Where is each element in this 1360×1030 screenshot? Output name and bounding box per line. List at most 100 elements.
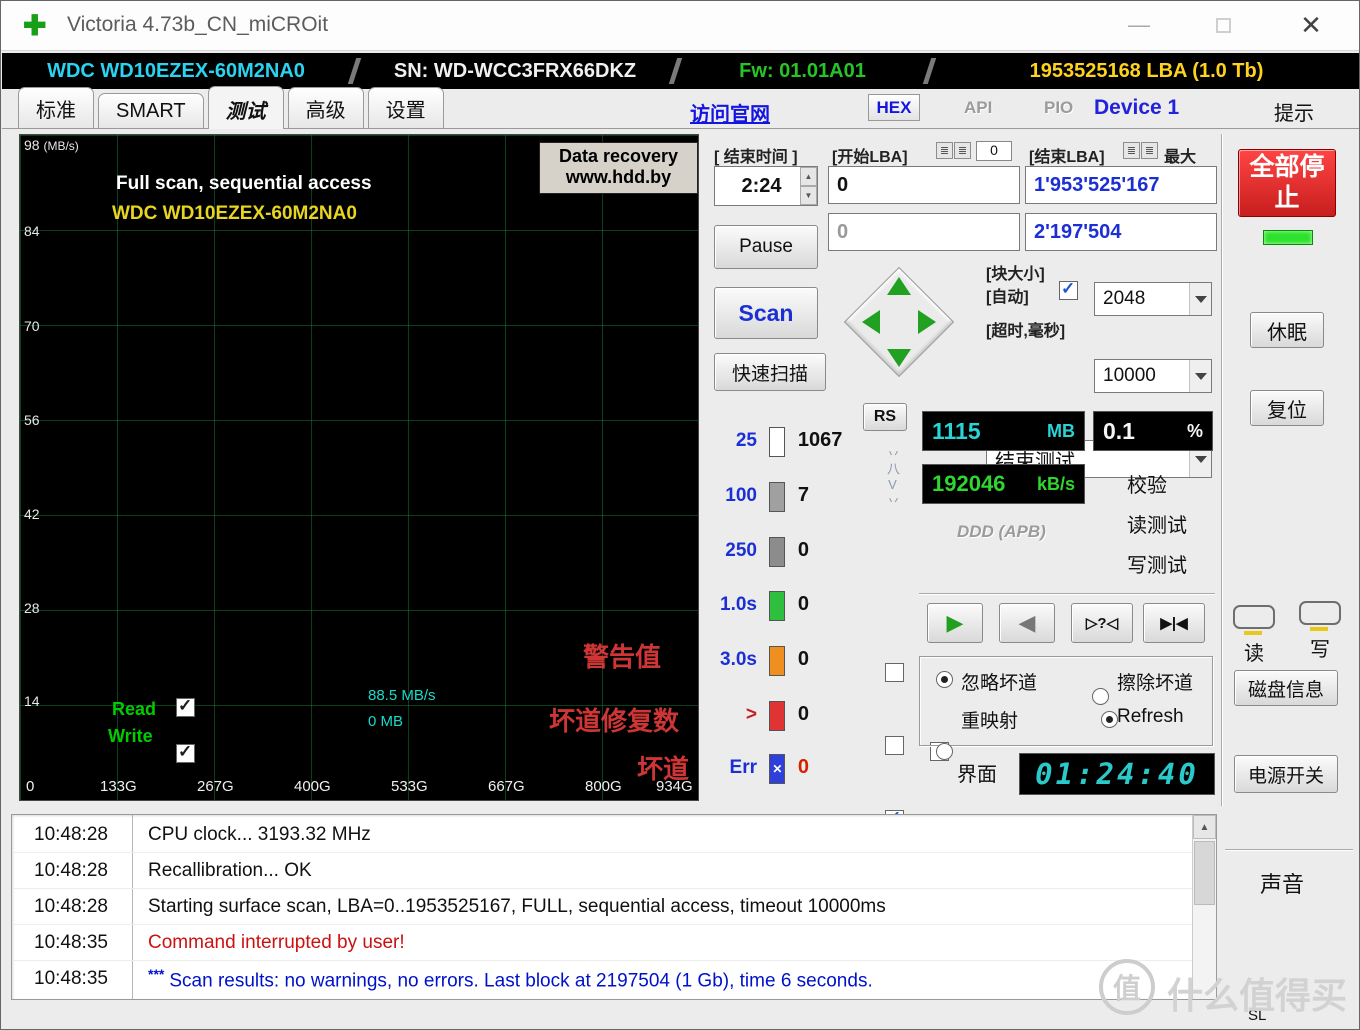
block-count: 0 [798,703,809,725]
hddby-ad-box: Data recovery www.hdd.by [539,142,698,194]
lba-preset-zero[interactable]: 0 [976,141,1012,161]
last-block-field[interactable]: 2'197'504 [1025,213,1217,251]
power-switch-button[interactable]: 电源开关 [1234,755,1338,793]
block-threshold-label: > [713,704,757,726]
tab-smart[interactable]: SMART [98,93,204,128]
website-link[interactable]: 访问官网 [690,98,770,127]
spinner-up-icon[interactable]: ▲ [800,167,817,186]
maximize-icon[interactable] [1203,9,1243,41]
max-lba-label[interactable]: 最大 [1164,143,1196,167]
device-selector[interactable]: Device 1 [1094,96,1179,120]
start-lba-field[interactable]: 0 [828,166,1020,204]
write-indicator-icon[interactable] [1299,601,1341,625]
read-checkbox[interactable] [176,698,195,717]
write-label: Write [108,726,153,747]
y-tick-98: 98 [24,137,40,153]
mode-write-label: 写测试 [1127,549,1187,578]
stop-all-button[interactable]: 全部停止 [1238,149,1336,217]
ui-label: 界面 [957,758,997,787]
block-color-swatch [769,591,785,621]
divider [919,593,1215,595]
close-icon[interactable]: ✕ [1291,9,1331,41]
cluster-size-select[interactable]: 2048 [1094,282,1212,316]
quick-scan-button[interactable]: 快速扫描 [714,353,826,391]
hex-button[interactable]: HEX [868,94,920,121]
block-250-checkbox[interactable] [885,663,904,682]
jump-end-button[interactable]: ▶|◀ [1143,603,1205,643]
block-count: 0 [798,593,809,615]
erase-bad-radio[interactable] [1092,688,1109,705]
block-threshold-label: 250 [713,540,757,562]
back-button[interactable]: ◀ [999,603,1055,643]
tab-test[interactable]: 测试 [208,86,284,129]
log-message: Recallibration... OK [130,860,312,882]
nav-left-arrow-icon[interactable] [862,310,880,334]
tab-advanced[interactable]: 高级 [288,87,364,128]
speed-unit: kB/s [1037,474,1075,495]
scroll-up-icon[interactable]: ▲ [1193,815,1216,839]
scan-button[interactable]: Scan [714,287,818,339]
scrollbar-thumb[interactable] [1194,841,1215,905]
y-tick-56: 56 [24,412,40,428]
write-indicator-led [1310,627,1328,631]
read-indicator-icon[interactable] [1233,605,1275,629]
end-time-field[interactable]: 2:24 ▲ ▼ [714,166,818,206]
spinner-down-icon[interactable]: ▼ [800,186,817,205]
lba-preset-icon[interactable]: ≣ [936,142,953,159]
minimize-icon[interactable]: — [1119,9,1159,41]
annotation-remap-count: 坏道修复数 [549,701,679,738]
speed-display: 192046 kB/s [922,464,1085,504]
ad-line2: www.hdd.by [540,167,697,188]
remap-label: 重映射 [961,706,1018,733]
lba-preset-icon[interactable]: ≣ [1123,142,1140,159]
nav-down-arrow-icon[interactable] [887,349,911,367]
play-button[interactable]: ▶ [927,603,983,643]
nav-up-arrow-icon[interactable] [887,277,911,295]
timeout-select[interactable]: 10000 [1094,359,1212,393]
write-checkbox[interactable] [176,744,195,763]
write-indicator-label: 写 [1310,633,1330,662]
drive-serial: SN: WD-WCC3FRX66DKZ [359,53,671,89]
y-axis-tick: 98 (MB/s) [24,137,79,153]
auto-checkbox[interactable] [1059,281,1078,300]
resume-lba-field[interactable]: 0 [828,213,1020,251]
drive-model: WDC WD10EZEX-60M2NA0 [2,53,350,89]
reset-button[interactable]: 复位 [1250,390,1324,426]
bad-block-action-group: 忽略坏道 擦除坏道 重映射 Refresh [919,656,1213,746]
block-color-swatch [769,427,785,457]
end-lba-field[interactable]: 1'953'525'167 [1025,166,1217,204]
x-tick-400g: 400G [294,778,331,795]
end-time-spinner: ▲ ▼ [800,167,817,205]
progress-percent-unit: % [1187,421,1203,442]
log-time: 10:48:28 [12,860,130,882]
ad-line1: Data recovery [540,146,697,167]
current-speed-readout: 88.5 MB/s [368,687,436,704]
nav-right-arrow-icon[interactable] [918,310,936,334]
block-threshold-label: 25 [713,430,757,452]
block-color-swatch [769,537,785,567]
block-1s-checkbox[interactable] [885,736,904,755]
api-label: API [964,98,992,118]
window-title: Victoria 4.73b_CN_miCROit [67,13,328,37]
log-time: 10:48:28 [12,896,130,918]
log-panel: 10:48:28 CPU clock... 3193.32 MHz 10:48:… [11,814,1217,1000]
lba-preset-icon[interactable]: ≣ [954,142,971,159]
lba-preset-icon[interactable]: ≣ [1141,142,1158,159]
tab-standard[interactable]: 标准 [18,87,94,128]
divider [1221,134,1223,806]
rs-button[interactable]: RS [863,403,907,431]
pause-button[interactable]: Pause [714,225,818,269]
remap-radio[interactable] [936,743,953,760]
ignore-bad-radio[interactable] [936,671,953,688]
tab-settings[interactable]: 设置 [368,87,444,128]
x-tick-667g: 667G [488,778,525,795]
block-threshold-label: 100 [713,485,757,507]
sleep-button[interactable]: 休眠 [1250,312,1324,348]
log-row: 10:48:35 Command interrupted by user! [12,925,1192,961]
seek-question-button[interactable]: ▷?◁ [1071,603,1133,643]
log-message-error: Command interrupted by user! [130,932,405,954]
chevron-down-icon[interactable] [1189,283,1211,315]
chevron-down-icon[interactable] [1189,360,1211,392]
disk-info-button[interactable]: 磁盘信息 [1234,670,1338,706]
cluster-size-value: 2048 [1103,288,1145,310]
